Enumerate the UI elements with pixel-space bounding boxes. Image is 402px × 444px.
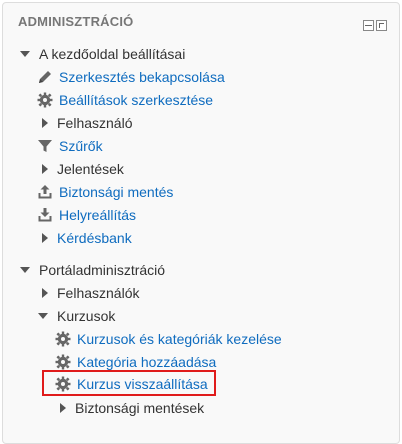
tree-item-filters[interactable]: Szűrők bbox=[37, 136, 103, 156]
tree-node-user[interactable]: Felhasználó bbox=[42, 113, 133, 133]
gear-icon bbox=[55, 354, 71, 370]
tree-item-label[interactable]: Szűrők bbox=[59, 138, 103, 154]
highlight-box bbox=[42, 370, 216, 396]
tree-item-add-category[interactable]: Kategória hozzáadása bbox=[55, 352, 216, 372]
expanded-arrow-icon bbox=[20, 267, 30, 273]
tree-node-question-bank[interactable]: Kérdésbank bbox=[42, 228, 132, 248]
tree-node-front-page[interactable]: A kezdőoldal beállításai bbox=[20, 44, 185, 64]
collapsed-arrow-icon bbox=[42, 288, 48, 298]
tree-node-label: Felhasználó bbox=[57, 115, 133, 131]
expanded-arrow-icon bbox=[20, 51, 30, 57]
filter-icon bbox=[37, 138, 53, 154]
tree-node-label[interactable]: Kérdésbank bbox=[57, 230, 132, 246]
tree-node-courses[interactable]: Kurzusok bbox=[38, 306, 115, 326]
tree-node-label: Felhasználók bbox=[57, 285, 140, 301]
tree-node-backups[interactable]: Biztonsági mentések bbox=[60, 398, 204, 418]
pencil-icon bbox=[37, 69, 53, 85]
gear-icon bbox=[37, 92, 53, 108]
tree-item-label[interactable]: Helyreállítás bbox=[59, 207, 136, 223]
upload-icon bbox=[37, 184, 53, 200]
block-controls bbox=[363, 20, 387, 31]
tree-node-label: A kezdőoldal beállításai bbox=[39, 46, 186, 62]
tree-item-edit-on[interactable]: Szerkesztés bekapcsolása bbox=[37, 67, 225, 87]
tree-item-edit-settings[interactable]: Beállítások szerkesztése bbox=[37, 90, 213, 110]
tree-node-label: Jelentések bbox=[57, 161, 124, 177]
collapse-block-icon[interactable] bbox=[363, 20, 374, 31]
tree-item-label[interactable]: Kurzusok és kategóriák kezelése bbox=[77, 331, 282, 347]
tree-item-restore[interactable]: Helyreállítás bbox=[37, 205, 136, 225]
tree-node-users[interactable]: Felhasználók bbox=[42, 283, 140, 303]
tree-node-label: Kurzusok bbox=[57, 308, 116, 324]
expanded-arrow-icon bbox=[38, 313, 48, 319]
tree-item-label[interactable]: Biztonsági mentés bbox=[59, 184, 173, 200]
tree-node-label: Portáladminisztráció bbox=[39, 262, 166, 278]
download-icon bbox=[37, 207, 53, 223]
tree-node-reports[interactable]: Jelentések bbox=[42, 159, 124, 179]
tree-item-backup[interactable]: Biztonsági mentés bbox=[37, 182, 173, 202]
collapsed-arrow-icon bbox=[42, 118, 48, 128]
dock-block-icon[interactable] bbox=[376, 20, 387, 31]
tree-item-label[interactable]: Kategória hozzáadása bbox=[77, 354, 216, 370]
collapsed-arrow-icon bbox=[42, 164, 48, 174]
tree-item-label[interactable]: Szerkesztés bekapcsolása bbox=[59, 69, 225, 85]
block-title: ADMINISZTRÁCIÓ bbox=[18, 14, 134, 29]
collapsed-arrow-icon bbox=[60, 403, 66, 413]
gear-icon bbox=[55, 331, 71, 347]
collapsed-arrow-icon bbox=[42, 233, 48, 243]
tree-item-manage-courses[interactable]: Kurzusok és kategóriák kezelése bbox=[55, 329, 282, 349]
tree-item-label[interactable]: Beállítások szerkesztése bbox=[59, 92, 213, 108]
tree-node-label: Biztonsági mentések bbox=[75, 400, 205, 416]
tree-node-site-admin[interactable]: Portáladminisztráció bbox=[20, 260, 165, 280]
